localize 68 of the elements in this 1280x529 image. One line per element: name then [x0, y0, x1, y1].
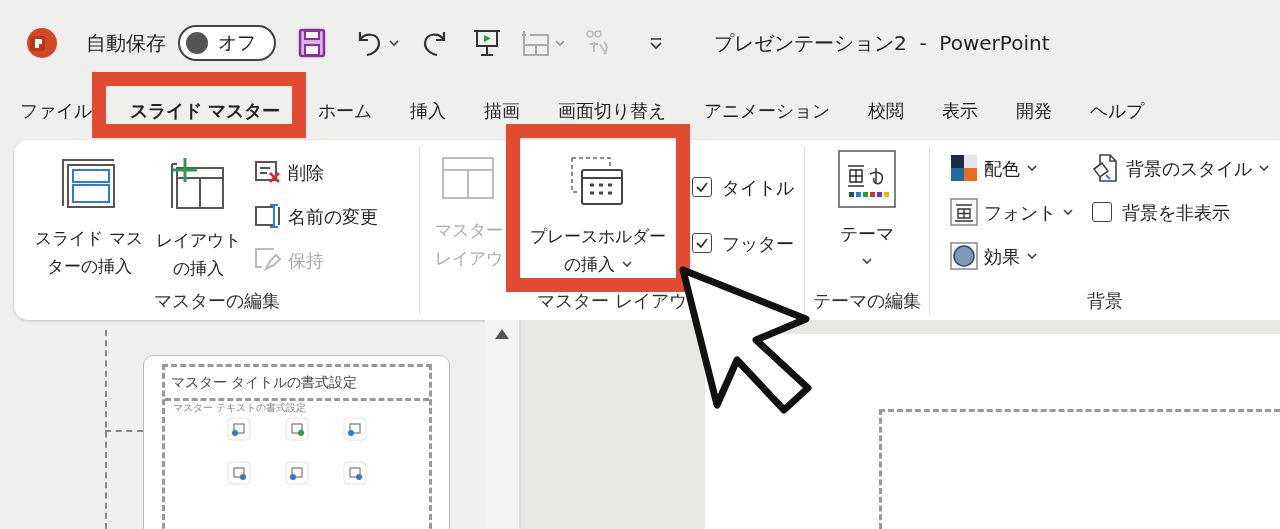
content-placeholder-icon	[285, 461, 309, 485]
checkbox[interactable]	[692, 177, 712, 197]
checkbox[interactable]	[1092, 202, 1112, 222]
content-placeholder-icon	[227, 461, 251, 485]
group-label: マスター レイアウ	[537, 289, 687, 313]
slide-thumbnail[interactable]: マスター タイトルの書式設定 マスター テキストの書式設定	[162, 364, 432, 529]
group-label: テーマの編集	[813, 289, 921, 313]
theme-icon	[838, 150, 896, 208]
ribbon-command[interactable]: 効果	[950, 234, 1074, 278]
app-logo-icon	[26, 26, 58, 59]
effects-icon	[950, 242, 978, 270]
font-icon	[950, 198, 978, 226]
ribbon-tab[interactable]: スライド マスター	[130, 85, 281, 131]
insert-layout-button[interactable]: レイアウト の挿入	[148, 146, 248, 287]
chevron-down-icon	[1258, 164, 1270, 172]
ribbon-command[interactable]: 配色	[950, 146, 1074, 190]
customize-icon[interactable]	[648, 35, 664, 50]
ribbon-tab[interactable]: ホーム	[318, 85, 373, 131]
ribbon-command[interactable]: フォント	[950, 190, 1074, 234]
group-label: マスターの編集	[153, 289, 280, 313]
insert-placeholder-button[interactable]: プレースホルダー の挿入	[520, 146, 676, 287]
insert-slide-master-button[interactable]: スライド マス ターの挿入	[30, 146, 148, 287]
placeholder-icon	[570, 156, 626, 208]
autosave-toggle[interactable]: オフ	[178, 24, 276, 61]
ribbon-command[interactable]: 背景のスタイル	[1092, 146, 1270, 190]
layout-plus-icon	[169, 156, 227, 212]
group-label: 背景	[1087, 289, 1123, 313]
chevron-down-icon	[554, 38, 566, 47]
ribbon-tab[interactable]: 校閲	[868, 85, 905, 131]
ribbon-tab[interactable]: 画面切り替え	[558, 85, 667, 131]
thumbnail-body-text: マスター テキストの書式設定	[172, 401, 308, 415]
chevron-down-icon	[620, 260, 633, 268]
ribbon-tab[interactable]: アニメーション	[704, 85, 831, 131]
layout-icon	[441, 156, 497, 202]
chevron-down-icon	[861, 257, 873, 265]
ribbon-tab[interactable]: 描画	[484, 85, 521, 131]
save-icon[interactable]	[298, 27, 326, 58]
autosave-label: 自動保存	[86, 29, 166, 57]
delete-layout-icon	[254, 160, 282, 184]
ribbon-tab[interactable]: ファイル	[20, 85, 92, 131]
checkbox-label: タイトル	[722, 175, 794, 200]
content-placeholder-icon	[227, 417, 251, 441]
content-placeholder-icon	[343, 461, 367, 485]
chevron-down-icon	[1026, 252, 1038, 260]
ribbon-command[interactable]: 削除	[254, 150, 378, 194]
window-title: プレゼンテーション2 - PowerPoint	[714, 29, 1050, 57]
ribbon-tab[interactable]: 表示	[942, 85, 979, 131]
thumbnail-title: マスター タイトルの書式設定	[171, 373, 358, 392]
chevron-down-icon	[1026, 164, 1038, 172]
ribbon-tab[interactable]: ヘルプ	[1090, 85, 1145, 131]
ribbon-tab[interactable]: 開発	[1016, 85, 1053, 131]
themes-button[interactable]: テーマ	[838, 146, 896, 287]
background-style-icon	[1092, 153, 1120, 183]
content-placeholder-icon	[343, 417, 367, 441]
slide-master-icon	[60, 156, 118, 210]
chevron-down-icon	[1062, 208, 1074, 216]
scroll-up-icon[interactable]	[494, 328, 510, 340]
ribbon-tab[interactable]: 挿入	[410, 85, 447, 131]
checkbox-label: フッター	[722, 231, 794, 256]
rename-icon	[254, 203, 282, 229]
checkbox-label: 背景を非表示	[1122, 200, 1230, 225]
checkbox[interactable]	[692, 233, 712, 253]
presentation-icon[interactable]	[472, 27, 502, 58]
color-swatch-icon	[950, 154, 978, 182]
pin-layout-icon	[254, 247, 282, 273]
chevron-down-icon	[388, 38, 400, 47]
ribbon-command[interactable]: 名前の変更	[254, 194, 378, 238]
content-placeholder-icon	[285, 417, 309, 441]
